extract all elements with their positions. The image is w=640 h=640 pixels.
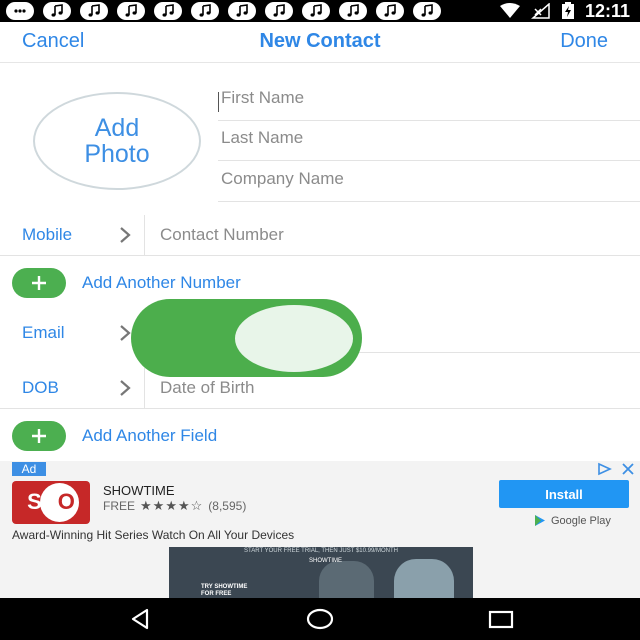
promo-top-text: START YOUR FREE TRIAL, THEN JUST $10.99/… [244,548,398,554]
system-icons: 12:11 [499,0,630,22]
music-note-icon [265,2,293,20]
music-note-icon [376,2,404,20]
music-note-icon [43,2,71,20]
recents-icon[interactable] [488,607,514,631]
ad-price: FREE [103,499,136,513]
music-note-icon [154,2,182,20]
clock: 12:11 [584,0,630,21]
add-another-number-label: Add Another Number [82,273,241,292]
add-photo-button[interactable]: Add Photo [33,92,201,190]
first-name-input[interactable] [221,88,621,108]
close-icon[interactable] [620,462,636,476]
chat-icon [6,2,34,20]
system-nav-bar [0,598,640,640]
wifi-icon [499,3,520,18]
promo-logo-text: SHOWTIME [309,558,342,564]
no-signal-icon [530,3,550,19]
ad-choices-icon[interactable] [596,462,614,476]
add-field-plus-icon[interactable] [12,421,66,451]
rating-count: (8,595) [208,499,247,513]
add-photo-label: Add Photo [84,114,150,168]
date-of-birth-input[interactable] [160,378,600,398]
nav-bar: Cancel New Contact Done [0,22,640,63]
toggle-knob[interactable] [235,305,353,372]
page-title: New Contact [259,30,381,52]
ad-badge: Ad [12,462,46,476]
last-name-field[interactable] [218,120,640,161]
ad-meta: FREE ★★★★☆ (8,595) [103,498,246,514]
music-note-icon [413,2,441,20]
mobile-label-button[interactable]: Mobile [22,225,72,245]
music-note-icon [191,2,219,20]
dob-label-button[interactable]: DOB [22,378,59,398]
last-name-input[interactable] [221,128,621,148]
music-note-icon [80,2,108,20]
notification-icons [6,2,441,20]
back-icon[interactable] [128,607,152,631]
music-note-icon [339,2,367,20]
add-another-field-label: Add Another Field [82,426,218,445]
promo-cta-text: TRY SHOWTIME FOR FREE [201,584,248,597]
promo-figure [319,561,374,598]
done-button[interactable]: Done [560,30,608,53]
home-icon[interactable] [306,607,334,631]
divider [0,255,640,256]
add-number-plus-icon[interactable] [12,268,66,298]
google-play-label: Google Play [551,514,611,527]
ad-promo-image[interactable]: START YOUR FREE TRIAL, THEN JUST $10.99/… [169,547,473,598]
google-play-icon [535,515,545,526]
battery-charging-icon [561,2,574,19]
company-name-field[interactable] [218,161,640,202]
email-label-button[interactable]: Email [22,323,65,343]
text-cursor [218,92,219,112]
logo-text: SHO [27,489,75,514]
ad-description[interactable]: Award-Winning Hit Series Watch On All Yo… [12,528,294,542]
google-play-badge: Google Play [534,514,611,527]
status-bar: 12:11 [0,0,640,22]
ad-app-name[interactable]: SHOWTIME [103,483,175,498]
music-note-icon [302,2,330,20]
add-another-field-button[interactable]: Add Another Field [0,415,640,455]
divider [144,215,145,255]
showtime-logo[interactable]: SHO [12,481,90,524]
music-note-icon [117,2,145,20]
chevron-right-icon[interactable] [116,225,134,245]
divider [144,368,145,408]
add-another-number-button[interactable]: Add Another Number [0,262,640,302]
contact-number-input[interactable] [160,225,600,245]
mobile-row: Mobile [0,212,640,258]
music-note-icon [228,2,256,20]
rating-stars: ★★★★☆ [140,498,204,513]
chevron-right-icon[interactable] [116,378,134,398]
install-button[interactable]: Install [499,480,629,508]
first-name-field[interactable] [218,80,640,121]
company-name-input[interactable] [221,169,621,189]
promo-figure [394,559,454,598]
divider [0,408,640,409]
